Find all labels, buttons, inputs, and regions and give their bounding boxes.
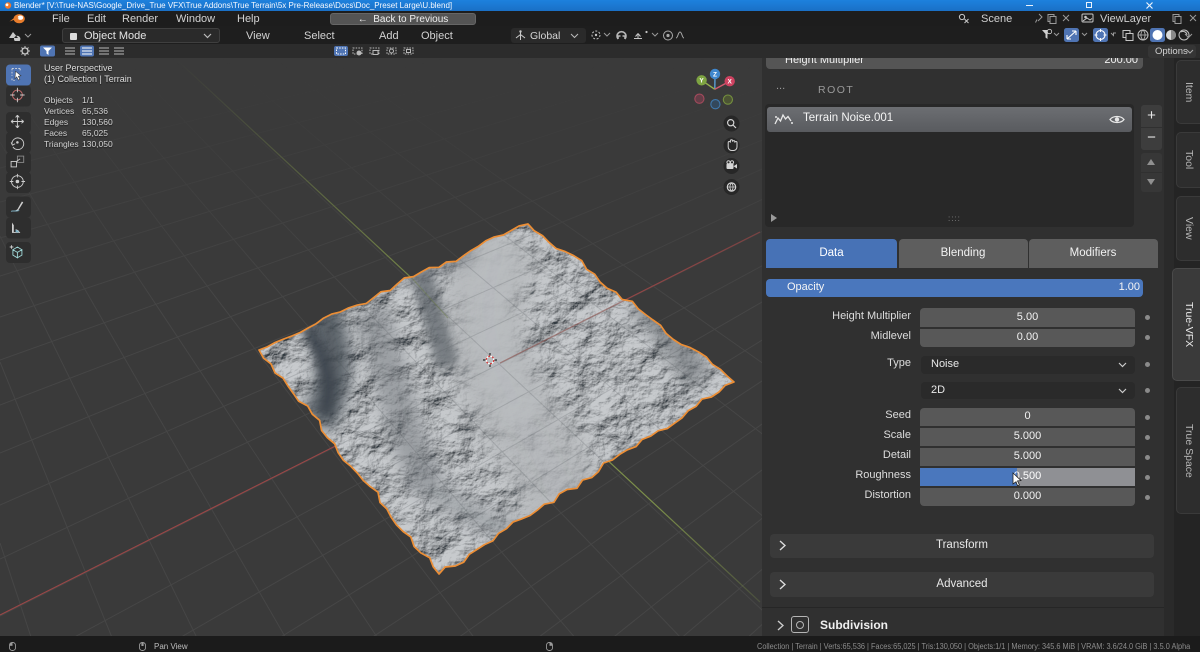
svg-text:X: X — [728, 79, 733, 86]
svg-text:Y: Y — [699, 78, 704, 85]
svg-text:Z: Z — [713, 71, 717, 78]
